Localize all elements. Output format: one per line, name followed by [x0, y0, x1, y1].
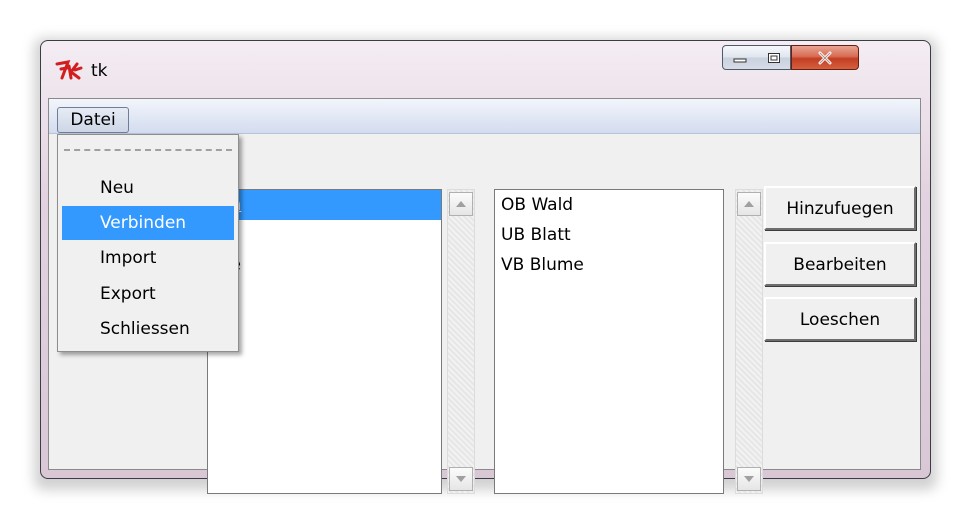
tearoff-line[interactable] [64, 149, 232, 151]
list-item[interactable]: tt [208, 220, 441, 250]
list-item[interactable]: me [208, 250, 441, 280]
entries-listbox[interactable]: um tt me ld [207, 189, 442, 494]
relations-scrollbar[interactable] [735, 189, 763, 494]
tk-feather-icon [55, 60, 83, 82]
list-item[interactable]: ld [208, 280, 441, 310]
menu-item-schliessen[interactable]: Schliessen [62, 312, 234, 346]
delete-button[interactable]: Loeschen [764, 297, 916, 341]
maximize-button[interactable] [757, 45, 791, 70]
edit-button[interactable]: Bearbeiten [764, 242, 916, 286]
list-item[interactable]: um [208, 190, 441, 220]
menu-item-neu[interactable]: Neu [62, 171, 234, 205]
minimize-icon [733, 58, 747, 62]
arrow-up-icon [744, 201, 754, 207]
window-title: tk [91, 61, 108, 81]
menu-item-export[interactable]: Export [62, 277, 234, 311]
close-icon [818, 51, 832, 64]
minimize-button[interactable] [722, 45, 758, 70]
arrow-down-icon [456, 476, 466, 482]
menu-datei[interactable]: Datei [57, 107, 129, 133]
arrow-up-icon [456, 201, 466, 207]
close-button[interactable] [791, 45, 859, 70]
scroll-up-button[interactable] [449, 192, 473, 216]
entries-scrollbar[interactable] [447, 189, 475, 494]
list-item[interactable]: VB Blume [495, 250, 723, 280]
menu-item-verbinden[interactable]: Verbinden [62, 206, 234, 240]
relations-listbox[interactable]: OB Wald UB Blatt VB Blume [494, 189, 724, 494]
scroll-down-button[interactable] [449, 467, 473, 491]
menu-bar: Datei [49, 99, 920, 134]
datei-dropdown-menu: Neu Verbinden Import Export Schliessen [57, 134, 239, 352]
maximize-icon [767, 52, 780, 63]
add-button[interactable]: Hinzufuegen [764, 186, 916, 230]
menu-item-import[interactable]: Import [62, 241, 234, 275]
arrow-down-icon [744, 476, 754, 482]
scroll-down-button[interactable] [737, 467, 761, 491]
title-bar[interactable]: tk [41, 41, 930, 97]
list-item[interactable]: UB Blatt [495, 220, 723, 250]
list-item[interactable]: OB Wald [495, 190, 723, 220]
scroll-up-button[interactable] [737, 192, 761, 216]
